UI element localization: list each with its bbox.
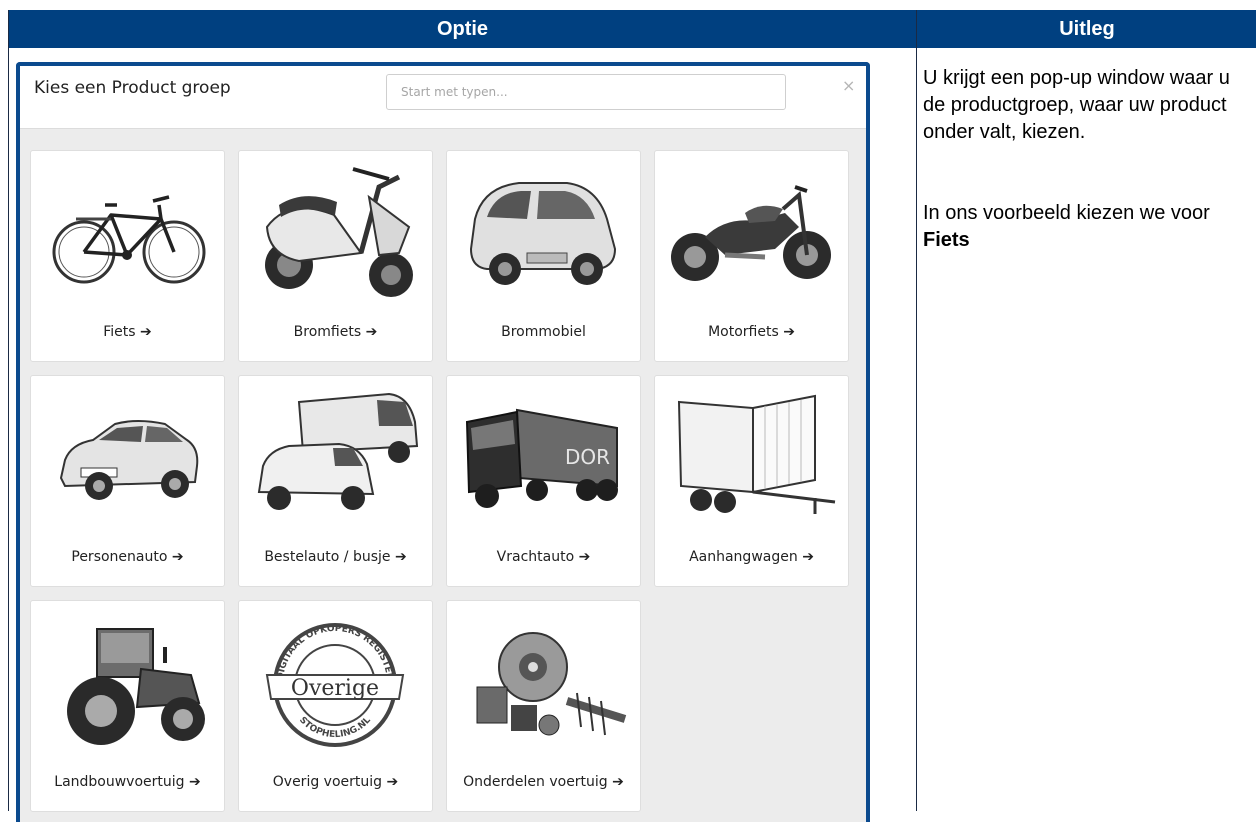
card-onderdelen-voertuig[interactable]: Onderdelen voertuig ➔	[446, 600, 641, 812]
close-icon[interactable]: ×	[842, 76, 855, 95]
card-label-motorfiets: Motorfiets	[708, 324, 779, 340]
card-bestelauto-busje[interactable]: Bestelauto / busje ➔	[238, 375, 433, 587]
instruction-table: Optie Uitleg Fiets ➔ Bromfiets ➔ Brommob…	[8, 10, 1256, 822]
card-label-personenauto: Personenauto	[71, 549, 168, 565]
card-brommobiel[interactable]: Brommobiel	[446, 150, 641, 362]
car-icon	[59, 420, 199, 500]
stamp-center-text: Overige	[291, 676, 379, 701]
arrow-right-icon: ➔	[365, 324, 378, 340]
scooter-icon	[265, 167, 413, 297]
svg-text:DIGITAAL OPKOPERS REGISTER: DIGITAAL OPKOPERS REGISTER	[276, 624, 394, 681]
header-uitleg: Uitleg	[917, 10, 1256, 48]
arrow-right-icon: ➔	[612, 774, 624, 790]
product-group-grid: Fiets ➔ Bromfiets ➔ Brommobiel Motorfiet…	[20, 66, 866, 822]
arrow-right-icon: ➔	[189, 774, 201, 790]
motorcycle-icon	[671, 185, 831, 281]
card-aanhangwagen[interactable]: Aanhangwagen ➔	[654, 375, 849, 587]
card-overig-voertuig[interactable]: DIGITAAL OPKOPERS REGISTER Overige STOPH…	[238, 600, 433, 812]
modal-header: Kies een Product groep ×	[20, 66, 866, 129]
card-label-brommobiel: Brommobiel	[501, 324, 586, 340]
van-icon	[257, 392, 419, 510]
header-optie: Optie	[9, 10, 916, 48]
arrow-right-icon: ➔	[802, 549, 814, 565]
arrow-right-icon: ➔	[394, 549, 407, 565]
stamp-bottom-text: STOPHELING.NL	[297, 715, 373, 740]
card-personenauto[interactable]: Personenauto ➔	[30, 375, 225, 587]
parts-icon	[476, 632, 627, 736]
arrow-right-icon: ➔	[783, 324, 795, 340]
card-fiets[interactable]: Fiets ➔	[30, 150, 225, 362]
stamp-top-text: DIGITAAL OPKOPERS REGISTER	[276, 624, 394, 681]
card-vrachtauto[interactable]: DOR Vrachtauto ➔	[446, 375, 641, 587]
trailer-icon	[677, 394, 836, 514]
truck-trailer-text: DOR	[565, 445, 610, 469]
arrow-right-icon: ➔	[140, 324, 152, 340]
arrow-right-icon: ➔	[578, 549, 591, 565]
explanation-paragraph-2-prefix: In ons voorbeeld kiezen we voor	[923, 202, 1210, 224]
column-divider	[916, 10, 917, 811]
microcar-icon	[469, 182, 617, 285]
arrow-right-icon: ➔	[386, 774, 399, 790]
modal-title: Kies een Product groep	[34, 78, 231, 98]
explanation-paragraph-2: In ons voorbeeld kiezen we voor Fiets	[923, 200, 1255, 254]
card-label-overig-voertuig: Overig voertuig	[272, 774, 383, 790]
card-label-aanhangwagen: Aanhangwagen	[689, 549, 798, 565]
stamp-icon: DIGITAAL OPKOPERS REGISTER Overige STOPH…	[265, 623, 405, 747]
explanation-text: U krijgt een pop-up window waar u de pro…	[923, 65, 1255, 254]
card-label-onderdelen-voertuig: Onderdelen voertuig	[463, 774, 608, 790]
search-input[interactable]	[386, 74, 786, 110]
card-landbouwvoertuig[interactable]: Landbouwvoertuig ➔	[30, 600, 225, 812]
arrow-right-icon: ➔	[171, 549, 184, 565]
card-bromfiets[interactable]: Bromfiets ➔	[238, 150, 433, 362]
card-label-bestelauto-busje: Bestelauto / busje	[264, 549, 391, 565]
card-motorfiets[interactable]: Motorfiets ➔	[654, 150, 849, 362]
explanation-paragraph-1: U krijgt een pop-up window waar u de pro…	[923, 67, 1230, 143]
truck-icon: DOR	[465, 408, 618, 508]
product-group-modal: Fiets ➔ Bromfiets ➔ Brommobiel Motorfiet…	[16, 62, 870, 822]
card-label-landbouwvoertuig: Landbouwvoertuig	[54, 774, 185, 790]
card-label-bromfiets: Bromfiets	[293, 324, 362, 340]
card-label-vrachtauto: Vrachtauto	[496, 549, 575, 565]
svg-text:STOPHELING.NL: STOPHELING.NL	[297, 715, 373, 740]
card-label-fiets: Fiets	[103, 324, 136, 340]
explanation-paragraph-2-bold: Fiets	[923, 229, 970, 251]
bicycle-icon	[52, 195, 206, 284]
tractor-icon	[67, 628, 205, 745]
